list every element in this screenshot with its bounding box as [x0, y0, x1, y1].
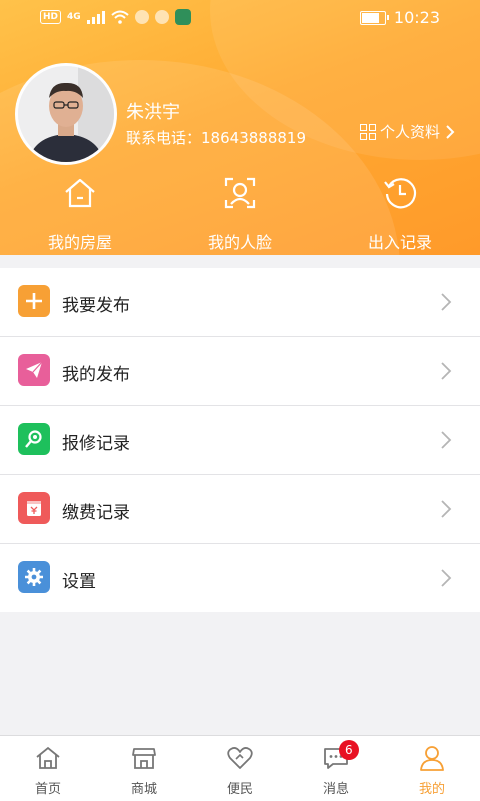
plus-icon — [18, 285, 50, 317]
menu-item-my-posts[interactable]: 我的发布 — [0, 337, 480, 406]
phone-number: 18643888819 — [201, 129, 306, 147]
payment-icon — [18, 492, 50, 524]
menu-list: 我要发布 我的发布 报修记录 缴费记录 设置 — [0, 268, 480, 612]
chevron-right-icon — [441, 431, 452, 449]
shop-icon — [132, 748, 156, 769]
tab-home[interactable]: 首页 — [0, 736, 96, 801]
chevron-right-icon — [441, 500, 452, 518]
unread-badge: 6 — [338, 740, 359, 760]
person-icon — [420, 746, 444, 771]
send-icon — [18, 354, 50, 386]
bottom-tab-bar: 首页 商城 便民 6 消息 我的 — [0, 735, 480, 801]
status-bar: HD 4G 10:23 — [0, 0, 480, 36]
wifi-icon — [111, 10, 129, 24]
avatar[interactable] — [15, 63, 117, 165]
grid-icon — [359, 123, 376, 140]
quick-action-label: 我的人脸 — [207, 233, 272, 252]
menu-item-payment-records[interactable]: 缴费记录 — [0, 475, 480, 544]
heart-icon — [227, 747, 253, 769]
tab-label: 我的 — [418, 782, 445, 797]
tab-shop[interactable]: 商城 — [96, 736, 192, 801]
menu-item-publish[interactable]: 我要发布 — [0, 268, 480, 337]
menu-item-label: 缴费记录 — [62, 503, 130, 523]
menu-item-label: 我的发布 — [62, 365, 130, 385]
menu-item-repair-records[interactable]: 报修记录 — [0, 406, 480, 475]
face-scan-icon — [224, 177, 256, 209]
quick-action-label: 我的房屋 — [47, 233, 112, 252]
home-icon — [36, 746, 60, 769]
quick-action-face[interactable]: 我的人脸 — [160, 176, 320, 253]
tab-label: 便民 — [226, 782, 253, 797]
repair-search-icon — [18, 423, 50, 455]
tab-services[interactable]: 便民 — [192, 736, 288, 801]
hd-indicator: HD — [40, 10, 62, 24]
chevron-right-icon — [441, 293, 452, 311]
chevron-right-icon — [446, 124, 455, 139]
tab-label: 消息 — [322, 782, 349, 797]
user-phone: 联系电话：18643888819 — [126, 127, 306, 148]
profile-header: HD 4G 10:23 朱洪宇 联系电话：18643888819 个人资料 我的… — [0, 0, 480, 255]
app-notification-icon — [174, 9, 191, 25]
signal-icon — [86, 10, 105, 24]
menu-item-settings[interactable]: 设置 — [0, 544, 480, 612]
notification-icon — [154, 10, 169, 24]
battery-icon — [359, 10, 389, 25]
history-clock-icon — [384, 178, 417, 209]
house-icon — [65, 178, 95, 208]
profile-link[interactable]: 个人资料 — [359, 121, 456, 142]
user-name: 朱洪宇 — [126, 102, 180, 123]
tab-messages[interactable]: 6 消息 — [288, 736, 384, 801]
quick-action-history[interactable]: 出入记录 — [320, 176, 480, 253]
notification-icon — [134, 10, 149, 24]
tab-label: 首页 — [34, 782, 61, 797]
quick-action-house[interactable]: 我的房屋 — [0, 176, 160, 253]
quick-action-label: 出入记录 — [367, 233, 432, 252]
menu-item-label: 设置 — [62, 572, 96, 592]
phone-label: 联系电话： — [126, 129, 202, 147]
chevron-right-icon — [441, 362, 452, 380]
menu-item-label: 我要发布 — [62, 296, 130, 316]
menu-item-label: 报修记录 — [62, 434, 130, 454]
tab-label: 商城 — [130, 782, 157, 797]
settings-gear-icon — [18, 561, 50, 593]
network-type: 4G — [67, 12, 81, 22]
avatar-photo — [18, 66, 114, 162]
chevron-right-icon — [441, 569, 452, 587]
tab-mine[interactable]: 我的 — [384, 736, 480, 801]
clock: 10:23 — [393, 8, 440, 27]
profile-link-label: 个人资料 — [379, 123, 440, 141]
